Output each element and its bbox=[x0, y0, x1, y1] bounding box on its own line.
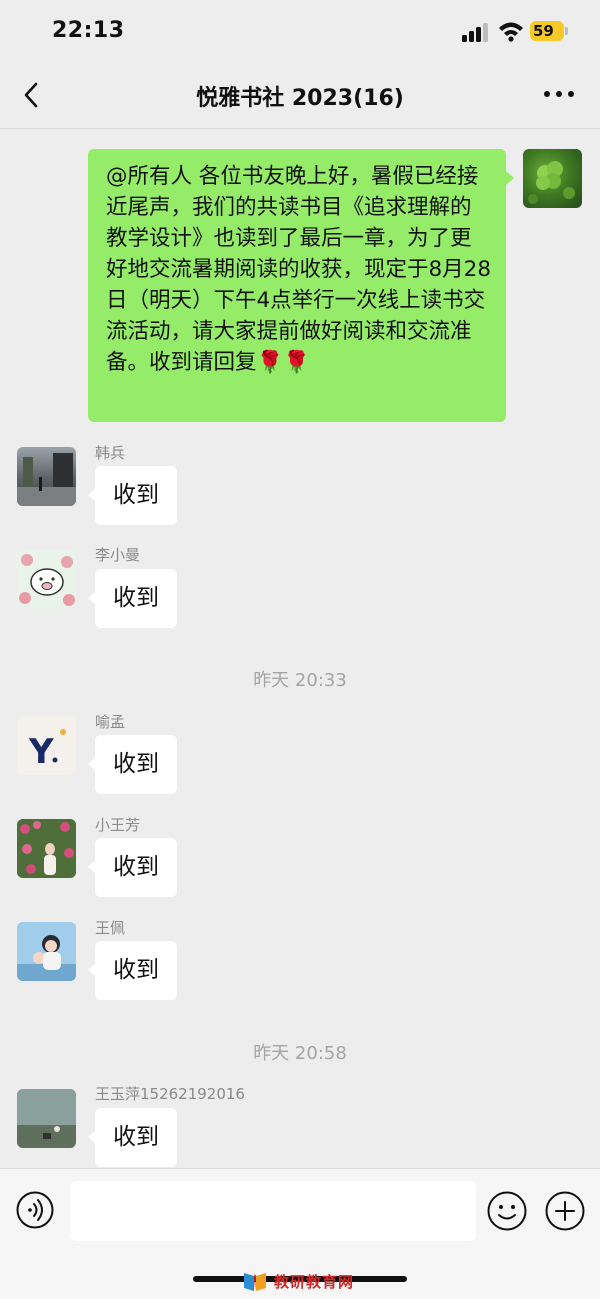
message-bubble[interactable]: 收到 bbox=[88, 941, 177, 1000]
cellular-signal-icon bbox=[462, 23, 488, 42]
time-separator: 昨天 20:58 bbox=[253, 1043, 347, 1064]
avatar[interactable] bbox=[17, 1089, 76, 1148]
more-options-icon[interactable] bbox=[542, 86, 576, 102]
self-message-bubble[interactable]: @所有人 各位书友晚上好，暑假已经接近尾声，我们的共读书目《追求理解的教学设计》… bbox=[88, 149, 514, 422]
add-attachment-icon[interactable] bbox=[545, 1191, 585, 1231]
message-bubble[interactable]: 收到 bbox=[88, 466, 177, 525]
status-time: 22:13 bbox=[52, 18, 125, 43]
message-bubble[interactable]: 收到 bbox=[88, 1108, 177, 1167]
wifi-icon bbox=[499, 22, 523, 42]
flower-photo-icon bbox=[17, 819, 76, 878]
svg-text:Y: Y bbox=[28, 732, 54, 772]
book-logo-icon bbox=[244, 1273, 266, 1291]
voice-input-icon[interactable] bbox=[16, 1191, 54, 1229]
sender-name: 王玉萍15262192016 bbox=[95, 1085, 245, 1103]
message-input[interactable] bbox=[70, 1181, 476, 1241]
sender-name: 喻孟 bbox=[95, 713, 126, 731]
watermark: 教研教育网 bbox=[242, 1268, 354, 1294]
avatar[interactable] bbox=[17, 550, 76, 609]
chat-title: 悦雅书社 2023(16) bbox=[196, 86, 404, 111]
sender-name: 李小曼 bbox=[95, 546, 141, 564]
avatar[interactable]: Y bbox=[17, 716, 76, 775]
message-bubble[interactable]: 收到 bbox=[88, 735, 177, 794]
emoji-icon[interactable] bbox=[487, 1191, 527, 1231]
sender-name: 王佩 bbox=[95, 919, 126, 937]
landscape-photo-icon bbox=[17, 1089, 76, 1148]
watermark-text: 教研教育网 bbox=[274, 1272, 355, 1291]
street-photo-icon bbox=[17, 453, 76, 506]
message-bubble[interactable]: 收到 bbox=[88, 838, 177, 897]
sender-name: 韩兵 bbox=[95, 444, 126, 462]
clover-image-icon bbox=[528, 161, 575, 204]
letter-y-logo-icon: Y bbox=[28, 729, 66, 772]
message-bubble[interactable]: 收到 bbox=[88, 569, 177, 628]
sender-name: 小王芳 bbox=[95, 816, 141, 834]
avatar[interactable] bbox=[17, 447, 76, 506]
cartoon-pig-icon bbox=[17, 550, 76, 609]
time-separator: 昨天 20:33 bbox=[253, 670, 347, 691]
chat-header: 悦雅书社 2023(16) bbox=[0, 62, 600, 129]
battery-level: 59 bbox=[533, 22, 554, 40]
avatar[interactable] bbox=[17, 819, 76, 878]
avatar[interactable] bbox=[17, 922, 76, 981]
self-avatar[interactable] bbox=[523, 149, 582, 208]
battery-indicator: 59 bbox=[530, 21, 570, 43]
illustration-mother-child-icon bbox=[17, 922, 76, 981]
status-bar: 22:13 59 bbox=[0, 0, 600, 62]
